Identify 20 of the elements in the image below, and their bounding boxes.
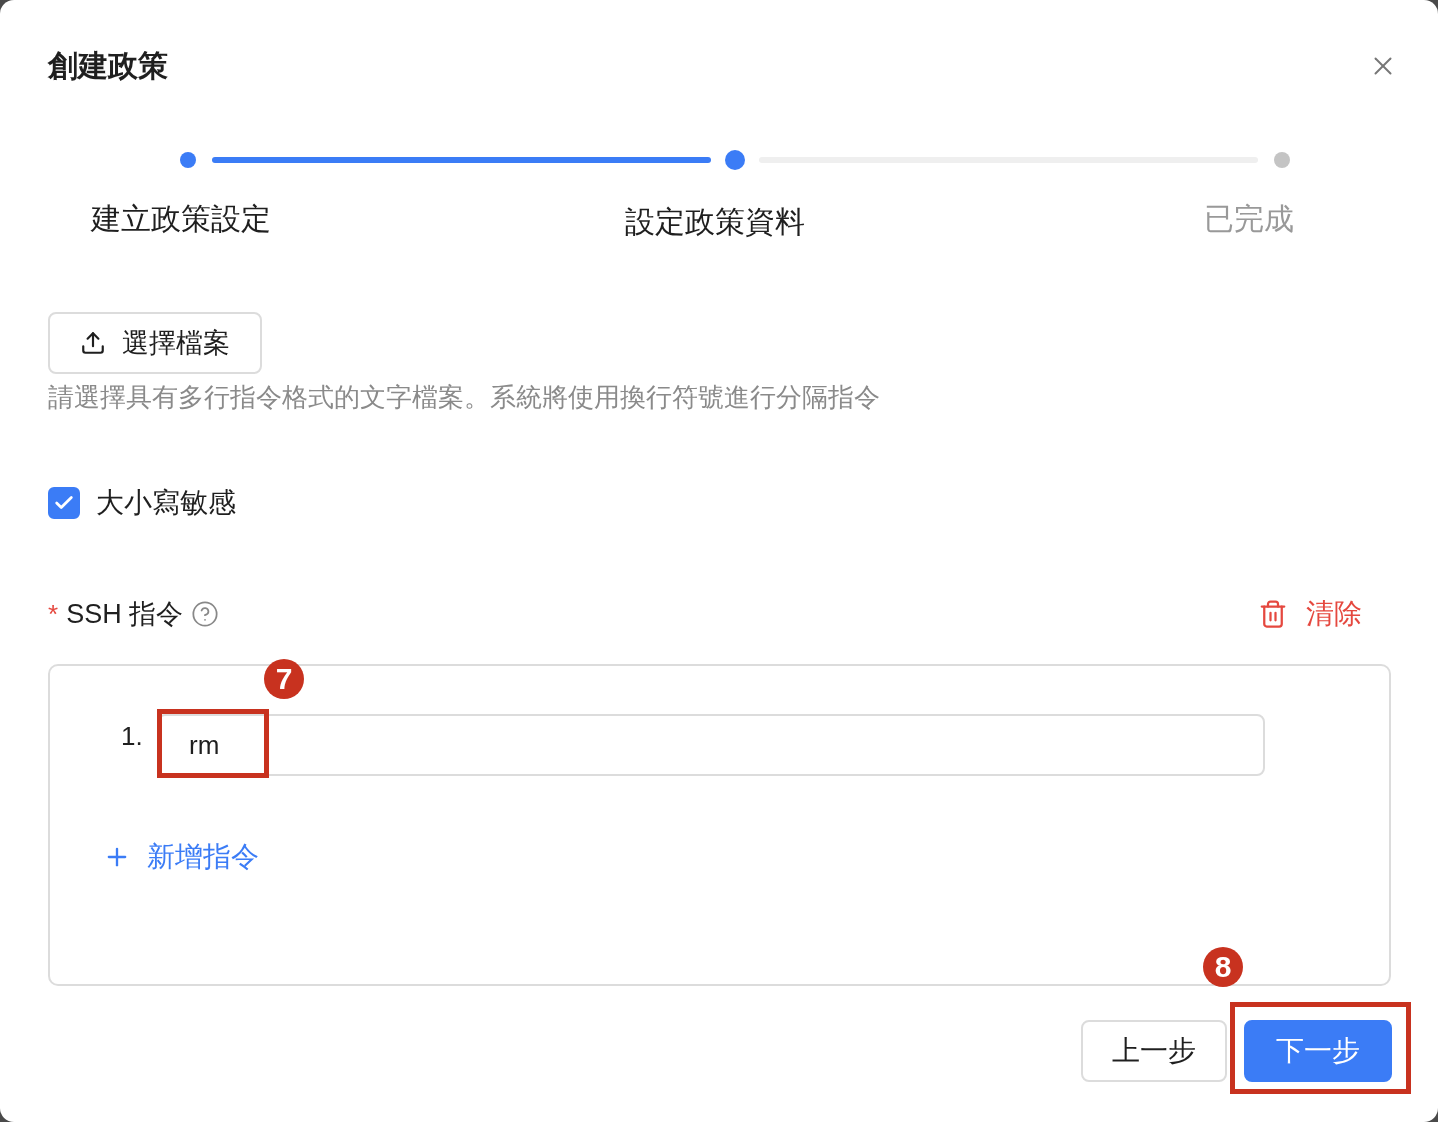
annotation-badge: 7 bbox=[264, 659, 304, 699]
trash-icon bbox=[1258, 599, 1288, 629]
annotation-badge: 8 bbox=[1203, 947, 1243, 987]
line-number: 1. bbox=[121, 720, 144, 753]
add-command-button[interactable]: 新增指令 bbox=[103, 837, 259, 877]
clear-button[interactable]: 清除 bbox=[1258, 595, 1362, 633]
required-mark: * bbox=[48, 598, 59, 630]
checkbox-label: 大小寫敏感 bbox=[96, 486, 236, 520]
field-label: SSH 指令 bbox=[66, 598, 184, 631]
help-icon[interactable] bbox=[191, 600, 220, 628]
step-label: 建立政策設定 bbox=[91, 202, 272, 235]
back-button[interactable]: 上一步 bbox=[1081, 1020, 1227, 1082]
choose-file-button[interactable]: 選擇檔案 bbox=[48, 312, 262, 374]
next-button[interactable]: 下一步 bbox=[1244, 1020, 1392, 1082]
upload-icon bbox=[80, 330, 106, 356]
dialog-title: 創建政策 bbox=[48, 48, 168, 84]
upload-hint: 請選擇具有多行指令格式的文字檔案。系統將使用換行符號進行分隔指令 bbox=[48, 381, 881, 414]
step-label: 已完成 bbox=[1203, 202, 1294, 235]
checkbox[interactable] bbox=[48, 487, 80, 519]
step-label: 設定政策資料 bbox=[625, 205, 805, 238]
